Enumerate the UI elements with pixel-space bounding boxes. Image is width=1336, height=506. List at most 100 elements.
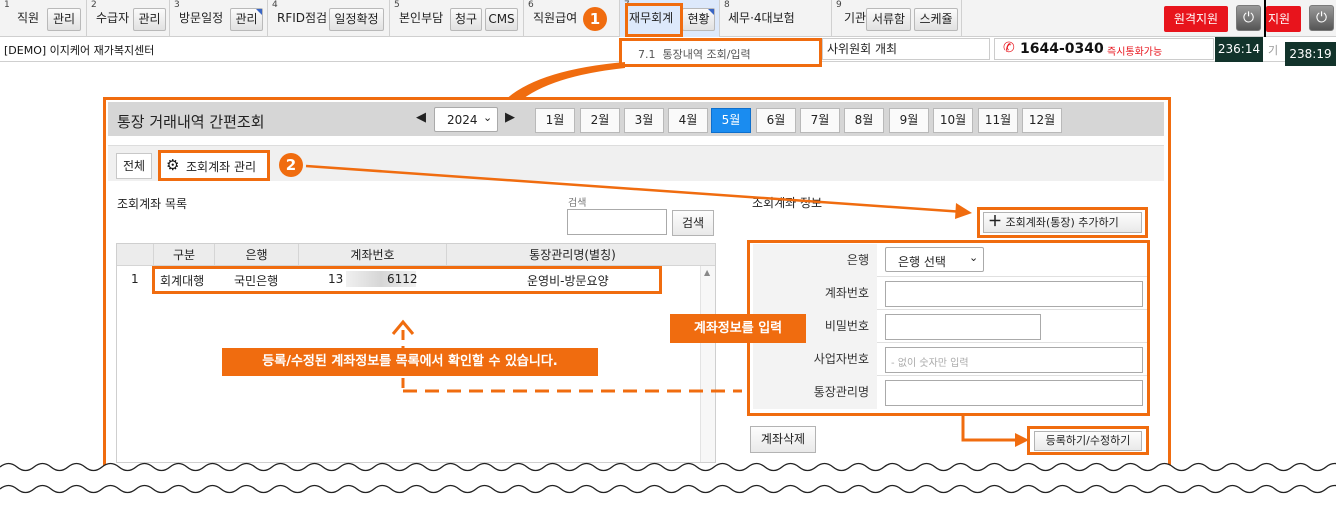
rfid-confirm-button[interactable]: 일정확정 [329, 8, 384, 31]
menu-group-visit-schedule: 3 방문일정 관리 [170, 0, 268, 37]
remote-support-button-2[interactable]: 지원 [1266, 6, 1301, 32]
page-title: 통장 거래내역 간편조회 [117, 113, 265, 131]
month-button-5[interactable]: 5월 [711, 108, 751, 133]
copay-claim-button[interactable]: 청구 [450, 8, 482, 31]
partial-label: 기 [1268, 44, 1279, 57]
arrow-to-add [305, 164, 972, 219]
row-highlight [152, 266, 662, 294]
menu-group-recipient: 2 수급자 관리 [87, 0, 170, 37]
month-button-2[interactable]: 2월 [580, 108, 620, 133]
recipient-manage-button[interactable]: 관리 [133, 8, 166, 31]
col-header-alias: 통장관리명(별칭) [446, 244, 698, 266]
visit-manage-button[interactable]: 관리 [230, 8, 263, 31]
save-highlight: 등록하기/수정하기 [1027, 426, 1149, 455]
account-list-title: 조회계좌 목록 [117, 197, 188, 211]
next-year-icon[interactable]: ▶ [505, 110, 515, 125]
delete-account-button[interactable]: 계좌삭제 [750, 426, 816, 453]
menu-label-staff[interactable]: 직원 [17, 10, 39, 27]
month-button-4[interactable]: 4월 [668, 108, 708, 133]
tab-all[interactable]: 전체 [116, 153, 152, 179]
schedule-button[interactable]: 스케쥴 [914, 8, 958, 31]
phone-number: 1644-0340 [1020, 41, 1104, 57]
scroll-up-icon[interactable]: ▲ [704, 268, 710, 277]
callout-input-info: 계좌정보를 입력 [670, 314, 806, 343]
menu-label-recipient[interactable]: 수급자 [96, 10, 129, 27]
callout-wedge [503, 62, 625, 102]
menu-label-visit-schedule[interactable]: 방문일정 [179, 10, 223, 27]
form-row-account: 계좌번호 [753, 277, 1147, 310]
menu-highlight [625, 3, 683, 37]
bizno-placeholder: - 없이 숫자만 입력 [891, 358, 969, 369]
form-row-password: 비밀번호 [753, 310, 1147, 343]
power-icon-2[interactable]: ⏻ [1309, 5, 1334, 31]
month-button-11[interactable]: 11월 [978, 108, 1018, 133]
month-button-7[interactable]: 7월 [800, 108, 840, 133]
menu-group-copay: 5 본인부담 청구 CMS [390, 0, 524, 37]
callout-list-info: 등록/수정된 계좌정보를 목록에서 확인할 수 있습니다. [222, 348, 598, 376]
chevron-down-icon: ⌄ [483, 111, 493, 124]
bizno-input[interactable]: - 없이 숫자만 입력 [885, 347, 1143, 373]
menu-number: 9 [836, 0, 842, 10]
chevron-down-icon: ⌄ [969, 251, 979, 264]
save-button[interactable]: 등록하기/수정하기 [1034, 431, 1142, 451]
form-row-alias: 통장관리명 [753, 376, 1147, 409]
menu-group-institution: 9 기관관리 서류함 스케쥴 [832, 0, 962, 37]
arrow-to-save [961, 414, 1029, 447]
menu-label-rfid[interactable]: RFID점검 [277, 10, 327, 27]
prev-year-icon[interactable]: ◀ [416, 110, 426, 125]
tab-account-manage[interactable]: ⚙ 조회계좌 관리 [158, 150, 270, 181]
staff-manage-button[interactable]: 관리 [47, 8, 81, 31]
alias-label: 통장관리명 [753, 376, 877, 409]
bank-select-value: 은행 선택 [898, 255, 946, 269]
month-button-3[interactable]: 3월 [624, 108, 664, 133]
menu-group-rfid: 4 RFID점검 일정확정 [268, 0, 390, 37]
remote-support-button[interactable]: 원격지원 [1164, 6, 1228, 32]
month-button-12[interactable]: 12월 [1022, 108, 1062, 133]
row-number: 1 [131, 272, 139, 286]
month-button-1[interactable]: 1월 [535, 108, 575, 133]
bank-label: 은행 [753, 244, 877, 277]
account-input[interactable] [885, 281, 1143, 307]
alias-input[interactable] [885, 380, 1143, 406]
accounting-status-button[interactable]: 현황 [682, 8, 715, 31]
phone-note: 즉시통화가능 [1107, 47, 1163, 58]
menu-label-copay[interactable]: 본인부담 [399, 10, 443, 27]
bank-select[interactable]: 은행 선택 ⌄ [885, 247, 984, 272]
year-value: 2024 [447, 113, 478, 127]
add-account-button[interactable]: ＋ 조회계좌(통장) 추가하기 [983, 212, 1142, 233]
col-header-account: 계좌번호 [298, 244, 446, 266]
torn-edge [0, 462, 1336, 506]
menu-label-tax[interactable]: 세무·4대보험 [728, 10, 795, 27]
step-marker-1: 1 [583, 7, 607, 31]
menu-label-payroll[interactable]: 직원급여 [533, 10, 577, 27]
power-icon[interactable]: ⏻ [1236, 5, 1261, 31]
menu-group-tax: 8 세무·4대보험 [720, 0, 832, 37]
submenu-dropdown[interactable]: 7.1 통장내역 조회/입력 [619, 38, 822, 67]
col-header-bank: 은행 [214, 244, 298, 266]
add-account-highlight: ＋ 조회계좌(통장) 추가하기 [977, 207, 1148, 238]
month-button-10[interactable]: 10월 [933, 108, 973, 133]
month-button-8[interactable]: 8월 [844, 108, 884, 133]
menu-number: 1 [4, 0, 10, 10]
add-account-label: 조회계좌(통장) 추가하기 [1005, 216, 1119, 229]
col-header-type: 구분 [153, 244, 214, 266]
password-input[interactable] [885, 314, 1041, 340]
phone-box: ✆ 1644-0340 즉시통화가능 [994, 38, 1214, 60]
table-header: 구분 은행 계좌번호 통장관리명(별칭) [117, 244, 715, 266]
phone-icon: ✆ [1003, 40, 1015, 56]
month-button-6[interactable]: 6월 [756, 108, 796, 133]
tab-account-manage-label: 조회계좌 관리 [186, 160, 257, 174]
session-timer-2: 238:19 [1285, 42, 1336, 66]
year-select[interactable]: 2024 ⌄ [434, 107, 498, 132]
bizno-label: 사업자번호 [753, 343, 877, 376]
month-button-9[interactable]: 9월 [889, 108, 929, 133]
form-row-bank: 은행 은행 선택 ⌄ [753, 244, 1147, 277]
menu-group-staff: 1 직원 관리 [0, 0, 87, 37]
submenu-item-bank-history[interactable]: 7.1 통장내역 조회/입력 [638, 46, 751, 62]
form-row-bizno: 사업자번호 - 없이 숫자만 입력 [753, 343, 1147, 376]
document-box-button[interactable]: 서류함 [866, 8, 911, 31]
copay-cms-button[interactable]: CMS [485, 8, 518, 31]
notice-ticker[interactable]: 사위원회 개최 [822, 38, 990, 60]
center-name: [DEMO] 이지케어 재가복지센터 [4, 44, 155, 57]
session-timer: 236:14 [1215, 37, 1263, 62]
